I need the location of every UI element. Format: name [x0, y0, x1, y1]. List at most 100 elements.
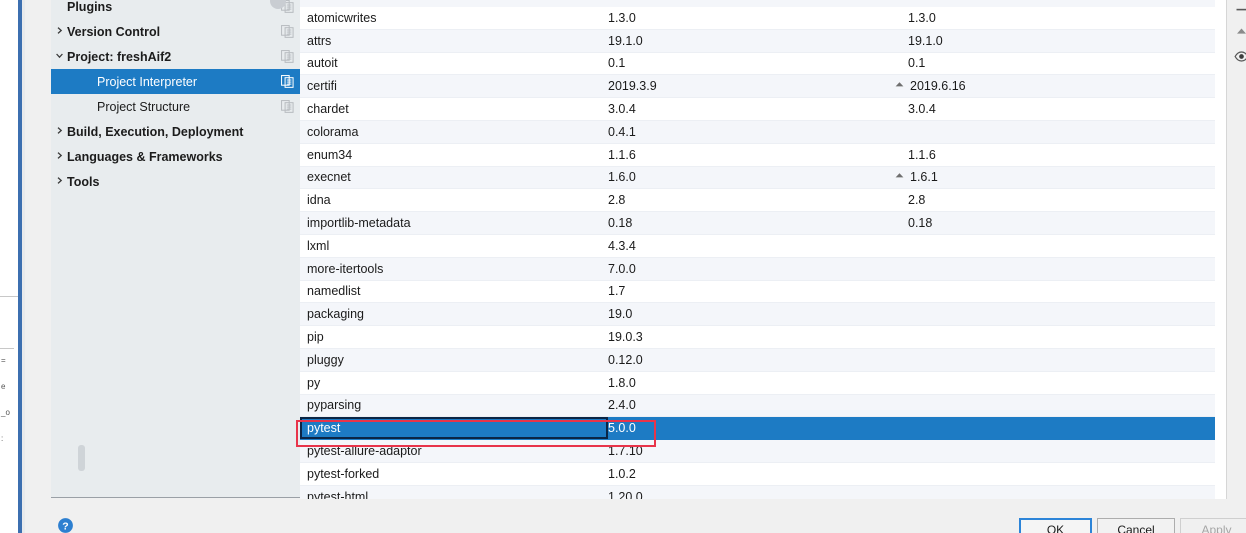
sidebar-item-version-control[interactable]: Version Control	[51, 19, 300, 44]
package-version-cell: 7.0.0	[608, 261, 636, 276]
package-latest-version-text: 1.6.1	[910, 170, 938, 185]
table-row[interactable]: enum34 1.1.6 1.1.6	[300, 144, 1215, 167]
table-row[interactable]: importlib-metadata 0.18 0.18	[300, 212, 1215, 235]
package-version-cell: 0.12.0	[608, 352, 643, 367]
sidebar-item-label: Build, Execution, Deployment	[67, 124, 244, 139]
package-latest-version-text: 2019.6.16	[910, 79, 966, 94]
apply-button-label: Apply	[1201, 522, 1232, 533]
package-latest-version-cell: 0.1	[908, 56, 925, 70]
ok-button[interactable]: OK	[1019, 518, 1092, 533]
package-version-cell: 1.0.2	[608, 466, 636, 481]
package-name-cell: packaging	[307, 307, 364, 322]
table-row[interactable]: pyparsing 2.4.0	[300, 394, 1215, 418]
package-latest-version-cell: 1.1.6	[908, 148, 936, 162]
table-row[interactable]: py 1.8.0	[300, 372, 1215, 395]
show-early-releases-button[interactable]	[1230, 47, 1246, 69]
sidebar-item-build-execution-deployment[interactable]: Build, Execution, Deployment	[51, 119, 300, 144]
package-version-cell: 1.3.0	[608, 10, 636, 25]
table-row[interactable]: idna 2.8 2.8	[300, 189, 1215, 213]
package-name-cell: chardet	[307, 102, 349, 117]
table-row[interactable]: namedlist 1.7	[300, 281, 1215, 304]
package-name-cell: execnet	[307, 170, 351, 185]
cancel-button[interactable]: Cancel	[1097, 518, 1175, 533]
package-version-cell: 1.7.10	[608, 444, 643, 459]
upgrade-available-icon	[894, 79, 905, 93]
package-version-cell: 1.1.6	[608, 147, 636, 162]
package-latest-version-text: 3.0.4	[908, 102, 936, 117]
upgrade-package-button[interactable]	[1230, 22, 1246, 44]
chevron-down-icon[interactable]	[51, 51, 67, 62]
package-version-cell: 2019.3.9	[608, 79, 657, 94]
package-name-cell: pytest	[307, 421, 341, 436]
table-row[interactable]: pip 19.0.3	[300, 326, 1215, 349]
ok-button-label: OK	[1046, 522, 1065, 533]
installed-packages-table[interactable]: atomicwrites 1.3.0 1.3.0 attrs 19.1.0 19.1.0 a…	[300, 0, 1226, 500]
package-version-cell: 2.4.0	[608, 398, 636, 413]
package-latest-version-cell: 3.0.4	[908, 102, 936, 116]
sidebar-item-label: Version Control	[67, 24, 161, 39]
table-row[interactable]: pytest-allure-adaptor 1.7.10	[300, 440, 1215, 463]
copy-settings-icon[interactable]	[273, 100, 300, 113]
package-latest-version-text: 2.8	[908, 193, 926, 208]
package-version-cell: 0.4.1	[608, 124, 636, 139]
sidebar-item-plugins[interactable]: Plugins	[51, 0, 300, 19]
copy-settings-icon[interactable]	[273, 50, 300, 63]
table-row[interactable]: pytest-html 1.20.0	[300, 485, 1215, 500]
package-name-cell: certifi	[307, 79, 337, 94]
package-name-cell: pluggy	[307, 352, 344, 367]
minus-icon	[1235, 3, 1246, 19]
cancel-button-label: Cancel	[1117, 522, 1155, 533]
sidebar-item-label: Project Structure	[97, 99, 191, 114]
package-actions-toolbar	[1226, 0, 1246, 500]
package-name-cell: attrs	[307, 33, 332, 48]
copy-settings-icon[interactable]	[273, 25, 300, 38]
package-latest-version-text: 1.3.0	[908, 10, 936, 25]
package-version-cell: 3.0.4	[608, 102, 636, 117]
background-editor-strip: = e _o :	[0, 0, 18, 533]
settings-dialog-screen: = e _o : Plugins Version Control Project: …	[0, 0, 1246, 533]
package-version-cell: 1.8.0	[608, 375, 636, 390]
sidebar-item-project-interpreter[interactable]: Project Interpreter	[51, 69, 300, 94]
sidebar-item-tools[interactable]: Tools	[51, 169, 300, 194]
package-version-cell: 0.1	[608, 56, 626, 71]
sidebar-item-project-freshaif2[interactable]: Project: freshAif2	[51, 44, 300, 69]
sidebar-item-label: Project Interpreter	[97, 74, 198, 89]
package-version-cell: 1.6.0	[608, 170, 636, 185]
sidebar-item-languages-frameworks[interactable]: Languages & Frameworks	[51, 144, 300, 169]
eye-icon	[1233, 49, 1246, 67]
table-row[interactable]: pytest 5.0.0	[300, 417, 1215, 441]
package-version-cell: 19.0.3	[608, 330, 643, 345]
package-name-cell: more-itertools	[307, 261, 384, 276]
package-version-cell: 19.1.0	[608, 33, 643, 48]
package-latest-version-cell: 2019.6.16	[894, 79, 966, 93]
table-row[interactable]: chardet 3.0.4 3.0.4	[300, 98, 1215, 121]
table-row[interactable]: pytest-forked 1.0.2	[300, 463, 1215, 486]
table-row[interactable]: certifi 2019.3.9 2019.6.16	[300, 75, 1215, 99]
table-row[interactable]: pluggy 0.12.0	[300, 348, 1215, 372]
svg-text:?: ?	[62, 520, 68, 532]
apply-button: Apply	[1180, 518, 1246, 533]
sidebar-item-project-structure[interactable]: Project Structure	[51, 94, 300, 119]
uninstall-package-button[interactable]	[1230, 0, 1246, 22]
table-row[interactable]: lxml 4.3.4	[300, 235, 1215, 258]
package-version-cell: 1.7	[608, 284, 626, 299]
table-row[interactable]: colorama 0.4.1	[300, 120, 1215, 144]
chevron-right-icon[interactable]	[51, 151, 67, 162]
settings-dialog: Plugins Version Control Project: freshAif2…	[25, 0, 1246, 533]
settings-tree[interactable]: Plugins Version Control Project: freshAif2…	[51, 0, 301, 498]
table-row[interactable]: attrs 19.1.0 19.1.0	[300, 29, 1215, 53]
table-row[interactable]: more-itertools 7.0.0	[300, 257, 1215, 281]
package-version-cell: 4.3.4	[608, 238, 636, 253]
help-circle-icon[interactable]: ?	[57, 517, 74, 533]
upgrade-available-icon	[894, 170, 905, 184]
copy-settings-icon[interactable]	[273, 75, 300, 88]
table-row[interactable]: packaging 19.0	[300, 303, 1215, 327]
table-row[interactable]: execnet 1.6.0 1.6.1	[300, 166, 1215, 190]
chevron-right-icon[interactable]	[51, 176, 67, 187]
chevron-right-icon[interactable]	[51, 26, 67, 37]
chevron-right-icon[interactable]	[51, 126, 67, 137]
table-row[interactable]: autoit 0.1 0.1	[300, 53, 1215, 76]
table-row[interactable]: atomicwrites 1.3.0 1.3.0	[300, 7, 1215, 30]
tree-scrollbar-thumb[interactable]	[78, 445, 85, 471]
partial-row-top	[300, 0, 1215, 7]
